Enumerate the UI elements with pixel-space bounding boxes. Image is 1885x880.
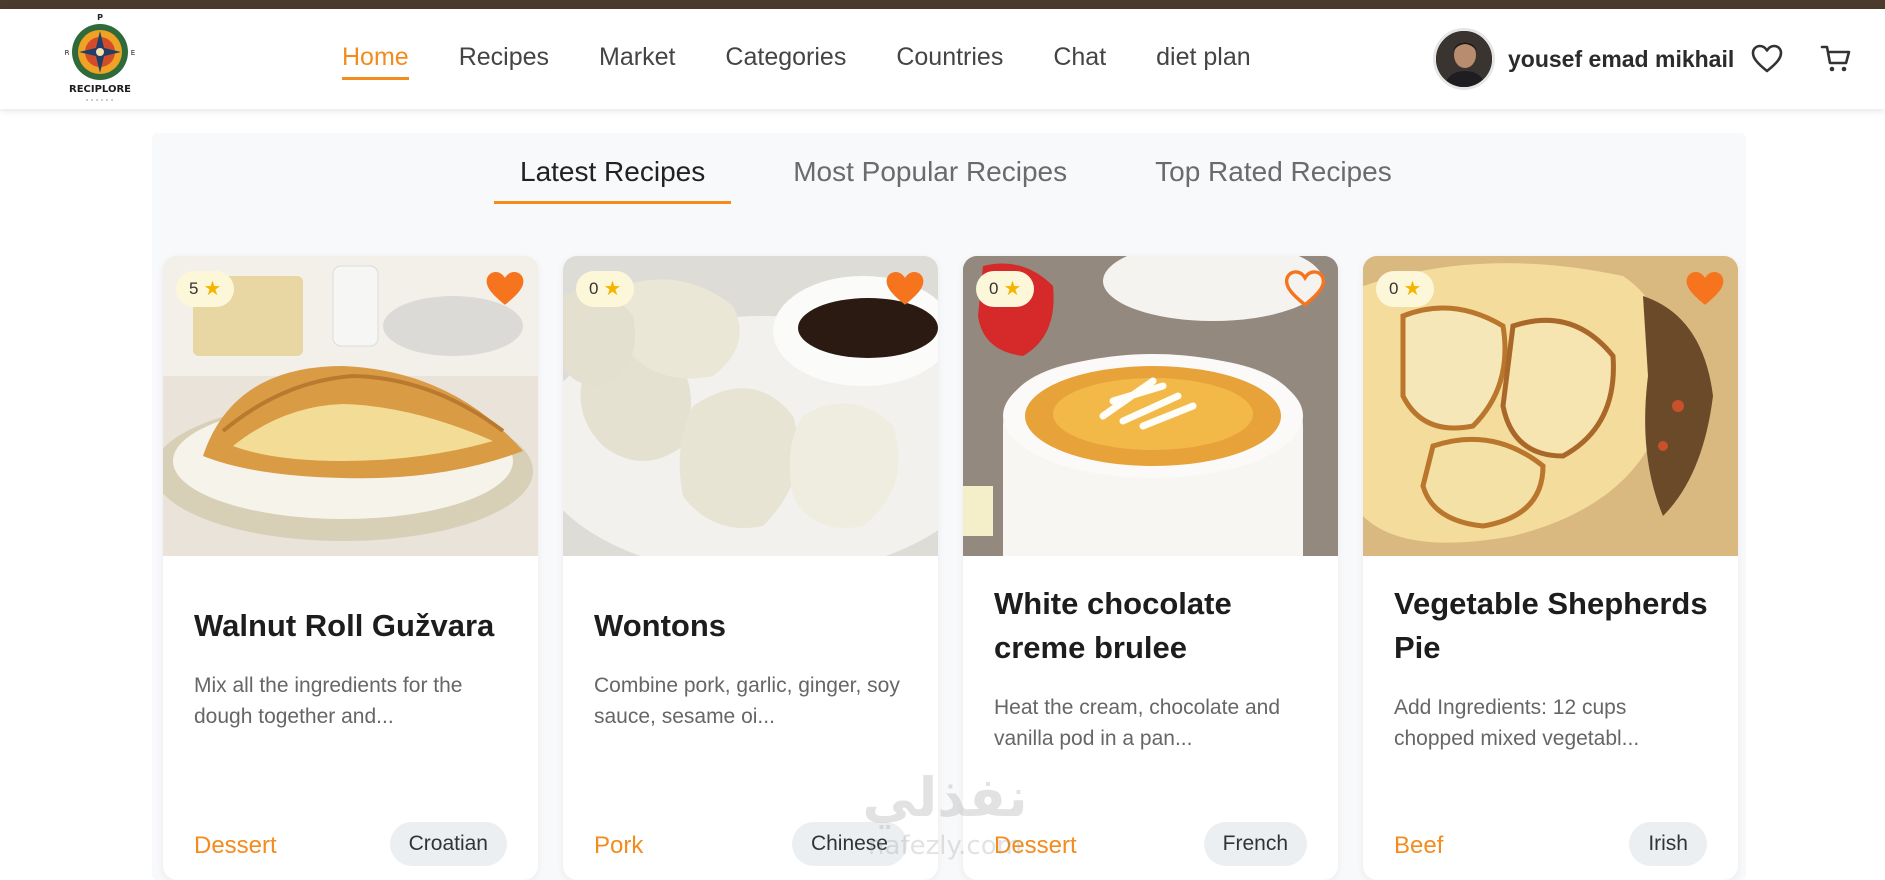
recipe-card[interactable]: 0 ★ Vegetable Shepherds Pie Add Ingredie… xyxy=(1363,256,1738,880)
recipe-description: Heat the cream, chocolate and vanilla po… xyxy=(994,696,1281,750)
recipe-title[interactable]: Walnut Roll Gužvara xyxy=(194,604,514,648)
tab-latest-recipes[interactable]: Latest Recipes xyxy=(494,152,732,204)
favorite-heart-outline-icon[interactable] xyxy=(1284,268,1326,310)
recipe-category[interactable]: Dessert xyxy=(994,832,1077,860)
nav-categories[interactable]: Categories xyxy=(725,43,846,76)
heart-icon[interactable] xyxy=(1747,39,1787,79)
nav-recipes[interactable]: Recipes xyxy=(459,43,549,76)
star-icon: ★ xyxy=(603,278,622,300)
favorite-heart-icon[interactable] xyxy=(484,268,526,310)
recipes-section: Latest Recipes Most Popular Recipes Top … xyxy=(152,133,1746,880)
star-icon: ★ xyxy=(1003,278,1022,300)
recipe-title[interactable]: White chocolate creme brulee xyxy=(994,582,1314,670)
recipe-description: Mix all the ingredients for the dough to… xyxy=(194,674,463,728)
recipe-country-badge[interactable]: Chinese xyxy=(791,822,907,866)
recipe-description: Add Ingredients: 12 cups chopped mixed v… xyxy=(1394,696,1640,750)
rating-badge: 0 ★ xyxy=(576,271,635,307)
nav-countries[interactable]: Countries xyxy=(896,43,1003,76)
svg-text:E: E xyxy=(131,49,135,57)
tab-most-popular-recipes[interactable]: Most Popular Recipes xyxy=(767,152,1093,204)
favorite-heart-icon[interactable] xyxy=(884,268,926,310)
favorite-heart-icon[interactable] xyxy=(1684,268,1726,310)
recipe-country-badge[interactable]: Irish xyxy=(1629,822,1707,866)
rating-value: 0 xyxy=(1389,279,1399,298)
recipe-country-badge[interactable]: Croatian xyxy=(389,822,507,866)
svg-text:P: P xyxy=(97,13,103,22)
recipe-card[interactable]: 0 ★ Wontons Combine pork, garlic, ginger… xyxy=(563,256,938,880)
star-icon: ★ xyxy=(203,278,222,300)
user-profile[interactable]: yousef emad mikhail xyxy=(1433,27,1734,91)
nav-market[interactable]: Market xyxy=(599,43,675,76)
top-accent-bar xyxy=(0,0,1885,9)
recipe-category[interactable]: Dessert xyxy=(194,832,277,860)
tab-top-rated-recipes[interactable]: Top Rated Recipes xyxy=(1129,152,1418,204)
user-avatar[interactable] xyxy=(1433,28,1495,90)
recipe-card[interactable]: 5 ★ Walnut Roll Gužvara Mix all the ingr… xyxy=(163,256,538,880)
svg-text:R: R xyxy=(65,49,70,57)
recipe-description: Combine pork, garlic, ginger, soy sauce,… xyxy=(594,674,900,728)
rating-badge: 5 ★ xyxy=(176,271,235,307)
recipe-category[interactable]: Beef xyxy=(1394,832,1443,860)
logo-text: RECIPLORE xyxy=(69,84,131,95)
rating-badge: 0 ★ xyxy=(1376,271,1435,307)
cart-icon[interactable] xyxy=(1816,39,1856,79)
recipe-title[interactable]: Wontons xyxy=(594,604,914,648)
star-icon: ★ xyxy=(1403,278,1422,300)
recipe-tabs: Latest Recipes Most Popular Recipes Top … xyxy=(494,152,1454,204)
rating-value: 0 xyxy=(989,279,999,298)
rating-value: 5 xyxy=(189,279,199,298)
user-name[interactable]: yousef emad mikhail xyxy=(1508,46,1734,73)
nav-home[interactable]: Home xyxy=(342,43,409,80)
rating-value: 0 xyxy=(589,279,599,298)
recipe-card[interactable]: 0 ★ White chocolate creme brulee Heat th… xyxy=(963,256,1338,880)
rating-badge: 0 ★ xyxy=(976,271,1035,307)
recipe-title[interactable]: Vegetable Shepherds Pie xyxy=(1394,582,1714,670)
navbar: P R E RECIPLORE Home Recipes Market Cate… xyxy=(0,9,1885,109)
main-nav: Home Recipes Market Categories Countries… xyxy=(342,9,1301,109)
recipe-country-badge[interactable]: French xyxy=(1203,822,1307,866)
recipe-category[interactable]: Pork xyxy=(594,832,643,860)
nav-diet-plan[interactable]: diet plan xyxy=(1156,43,1251,76)
reciplore-logo[interactable]: P R E RECIPLORE xyxy=(60,11,140,105)
nav-chat[interactable]: Chat xyxy=(1053,43,1106,76)
